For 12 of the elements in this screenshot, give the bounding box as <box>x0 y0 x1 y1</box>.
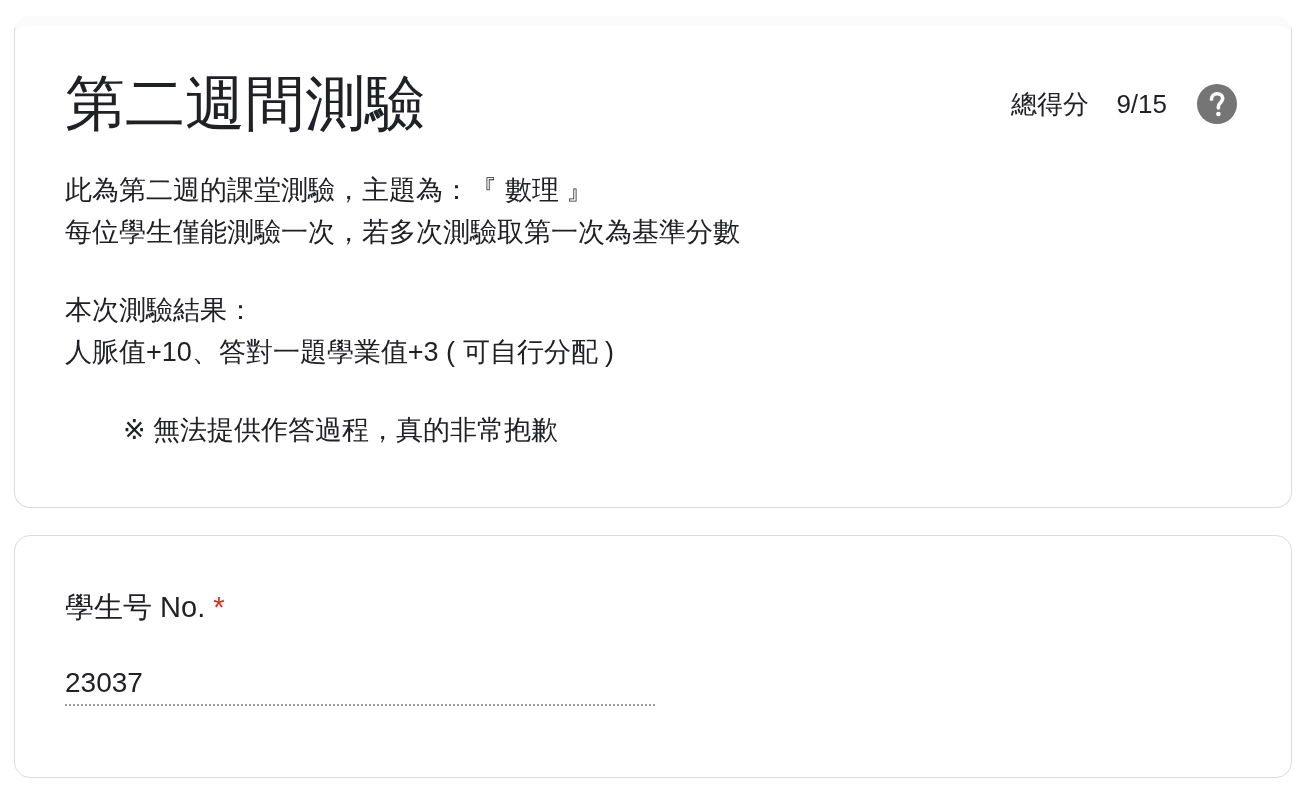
answer-field[interactable]: 23037 <box>65 663 655 706</box>
note-text: ※ 無法提供作答過程，真的非常抱歉 <box>123 414 560 447</box>
description-text: 人脈值+10、答對一題學業值+3 ( 可自行分配 ) <box>65 336 616 369</box>
description-text: 此為第二週的課堂測驗，主題為：『 數理 』 <box>65 174 594 207</box>
description-text: 每位學生僅能測驗一次，若多次測驗取第一次為基準分數 <box>65 216 741 249</box>
description-text: 本次測驗結果： <box>65 294 255 327</box>
form-title: 第二週間測驗 <box>65 69 425 139</box>
required-mark: * <box>213 590 225 625</box>
help-icon[interactable] <box>1197 84 1237 124</box>
question-label: 學生号 No. <box>65 590 206 625</box>
score-value: 9/15 <box>1116 88 1167 121</box>
score-label: 總得分 <box>1011 88 1090 121</box>
